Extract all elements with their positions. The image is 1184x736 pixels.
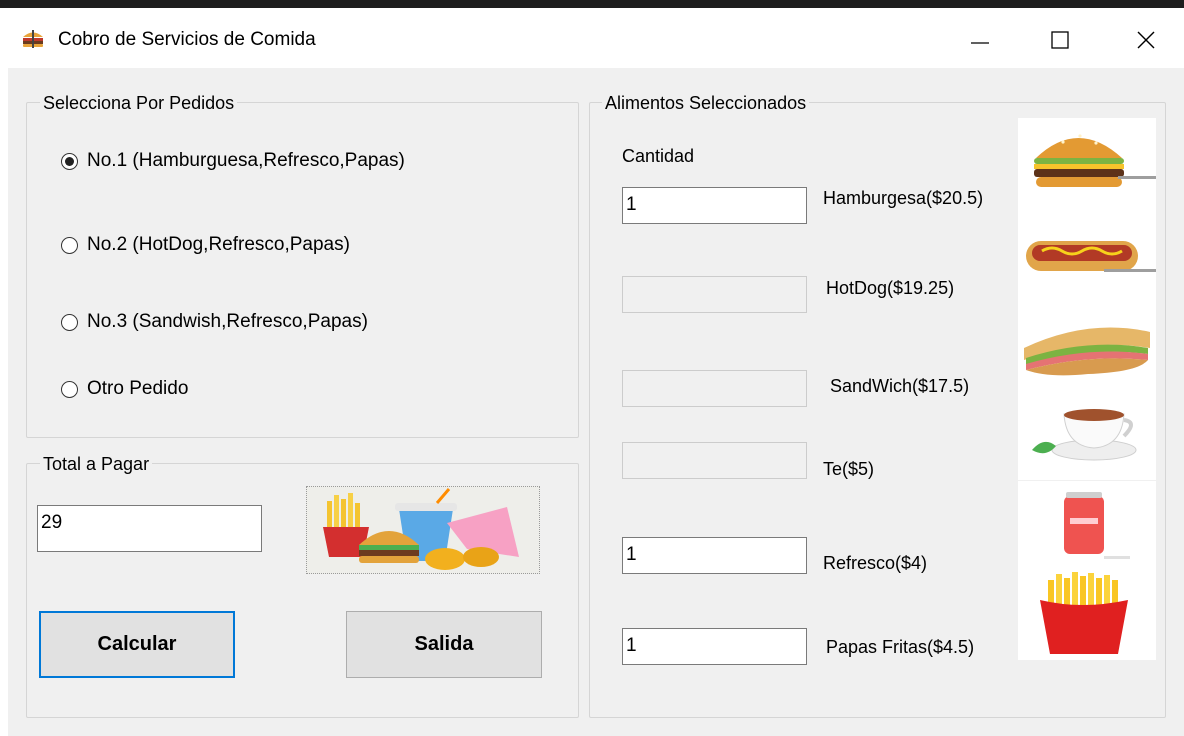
total-field[interactable]: 29: [37, 505, 262, 552]
hotdog-qty-input[interactable]: [622, 276, 807, 313]
sandwich-icon: [1018, 308, 1156, 398]
calcular-button[interactable]: Calcular: [39, 611, 235, 678]
hamburguesa-qty-input[interactable]: 1: [622, 187, 807, 224]
maximize-button[interactable]: [1030, 14, 1090, 66]
refresco-label: Refresco($4): [823, 553, 928, 573]
radio-button-checked[interactable]: [61, 152, 78, 170]
radio-pedido-3[interactable]: No.3 (Sandwish,Refresco,Papas): [61, 311, 368, 333]
close-icon: [1137, 31, 1155, 49]
salida-button[interactable]: Salida: [346, 611, 542, 678]
radio-otro-pedido[interactable]: Otro Pedido: [61, 378, 188, 400]
food-images-column: [1018, 118, 1156, 660]
papas-label: Papas Fritas($4.5): [826, 637, 975, 657]
minimize-button[interactable]: [950, 14, 1010, 66]
total-legend: Total a Pagar: [40, 453, 153, 475]
hotdog-icon: [1018, 213, 1156, 303]
french-fries-icon: [1018, 570, 1156, 660]
radio-button[interactable]: [61, 313, 78, 331]
sandwich-qty-input[interactable]: [622, 370, 807, 407]
hamburguesa-label: Hamburgesa($20.5): [823, 188, 984, 208]
radio-button[interactable]: [61, 380, 78, 398]
close-button[interactable]: [1116, 14, 1176, 66]
hamburger-icon: [1018, 118, 1156, 208]
radio-label: No.1 (Hamburguesa,Refresco,Papas): [87, 150, 405, 171]
top-edge-strip: [0, 0, 1184, 8]
maximize-icon: [1051, 31, 1069, 49]
te-label: Te($5): [823, 459, 875, 479]
radio-pedido-1[interactable]: No.1 (Hamburguesa,Refresco,Papas): [61, 150, 405, 172]
soda-can-icon: [1018, 479, 1156, 566]
fast-food-combo-image: [306, 486, 540, 574]
pedidos-legend: Selecciona Por Pedidos: [40, 92, 238, 114]
hotdog-label: HotDog($19.25): [826, 278, 955, 298]
te-qty-input[interactable]: [622, 442, 807, 479]
tea-cup-icon: [1018, 398, 1156, 478]
burger-app-icon: [20, 28, 46, 50]
window-title: Cobro de Servicios de Comida: [58, 29, 316, 50]
sandwich-label: SandWich($17.5): [830, 376, 970, 396]
minimize-icon: [971, 42, 989, 44]
cantidad-label: Cantidad: [622, 146, 695, 166]
alimentos-legend: Alimentos Seleccionados: [602, 92, 810, 114]
radio-button[interactable]: [61, 236, 78, 254]
radio-dot: [65, 156, 74, 166]
radio-pedido-2[interactable]: No.2 (HotDog,Refresco,Papas): [61, 234, 350, 256]
radio-label: No.2 (HotDog,Refresco,Papas): [87, 234, 350, 255]
refresco-qty-input[interactable]: 1: [622, 537, 807, 574]
radio-label: Otro Pedido: [87, 378, 189, 399]
papas-qty-input[interactable]: 1: [622, 628, 807, 665]
radio-label: No.3 (Sandwish,Refresco,Papas): [87, 311, 368, 332]
